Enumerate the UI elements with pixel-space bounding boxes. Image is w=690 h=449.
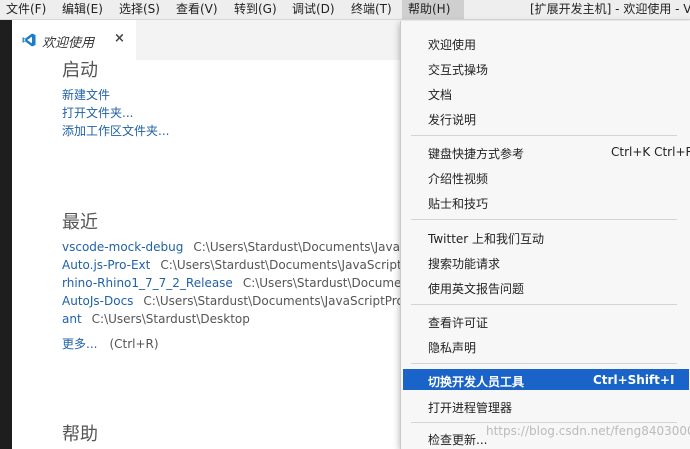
menu-selection[interactable]: 选择(S): [119, 0, 160, 19]
more-recent-link[interactable]: 更多...: [62, 337, 97, 351]
menu-item-shortcut: Ctrl+K Ctrl+R: [611, 145, 690, 159]
menu-view[interactable]: 查看(V): [176, 0, 218, 19]
recent-item[interactable]: vscode-mock-debug C:\Users\Stardust\Docum…: [62, 240, 414, 254]
recent-item[interactable]: ant C:\Users\Stardust\Desktop: [62, 312, 250, 326]
window-title: [扩展开发主机] - 欢迎使用 - Vs: [530, 2, 690, 16]
menu-separator: [411, 135, 677, 136]
menu-item-view-license[interactable]: 查看许可证: [428, 314, 488, 331]
menu-item-intro-videos[interactable]: 介绍性视频: [428, 170, 488, 187]
menu-debug[interactable]: 调试(D): [292, 0, 335, 19]
menu-item-label: 键盘快捷方式参考: [428, 147, 525, 161]
recent-item-name: ant: [62, 312, 82, 326]
menu-item-keyboard-shortcuts[interactable]: 键盘快捷方式参考 Ctrl+K Ctrl+R: [428, 145, 690, 162]
menu-separator: [411, 304, 677, 305]
menu-item-twitter[interactable]: Twitter 上和我们互动: [428, 230, 544, 247]
recent-item[interactable]: rhino-Rhino1_7_7_2_Release C:\Users\Stard…: [62, 276, 414, 290]
recent-item-path: C:\Users\Stardust\Desktop: [91, 312, 250, 326]
menu-item-process-explorer[interactable]: 打开进程管理器: [428, 399, 512, 416]
recent-item-name: vscode-mock-debug: [62, 240, 184, 254]
vscode-logo-icon: [22, 33, 36, 47]
recent-item[interactable]: Auto.js-Pro-Ext C:\Users\Stardust\Documen…: [62, 258, 409, 272]
recent-item-path: C:\Users\Stardust\Documents\JavaScriptPr…: [143, 294, 408, 308]
menu-item-privacy-statement[interactable]: 隐私声明: [428, 339, 476, 356]
recent-item-name: Auto.js-Pro-Ext: [62, 258, 151, 272]
recent-item-name: AutoJs-Docs: [62, 294, 134, 308]
menu-item-documentation[interactable]: 文档: [428, 86, 452, 103]
menu-bar: 文件(F) 编辑(E) 选择(S) 查看(V) 转到(G) 调试(D) 终端(T…: [0, 0, 690, 20]
menu-item-shortcut: Ctrl+Shift+I: [593, 373, 675, 387]
new-file-link[interactable]: 新建文件: [62, 86, 110, 103]
menu-item-toggle-devtools[interactable]: 切换开发人员工具 Ctrl+Shift+I: [428, 373, 688, 390]
menu-edit[interactable]: 编辑(E): [62, 0, 103, 19]
menu-separator: [411, 422, 677, 423]
menu-help[interactable]: 帮助(H): [402, 0, 464, 19]
menu-item-check-updates[interactable]: 检查更新...: [428, 431, 487, 448]
watermark: https://blog.csdn.net/feng8403000: [486, 424, 690, 438]
add-workspace-folder-link[interactable]: 添加工作区文件夹...: [62, 122, 169, 139]
help-menu-dropdown: 欢迎使用 交互式操场 文档 发行说明 键盘快捷方式参考 Ctrl+K Ctrl+R…: [400, 21, 690, 449]
recent-item-path: C:\Users\Stardust\Documents\JavaSc: [193, 240, 415, 254]
menu-item-release-notes[interactable]: 发行说明: [428, 111, 476, 128]
tab-label: 欢迎使用: [42, 36, 95, 51]
menu-terminal[interactable]: 终端(T): [351, 0, 392, 19]
close-icon[interactable]: ×: [114, 31, 125, 46]
recent-heading: 最近: [62, 212, 98, 233]
start-heading: 启动: [62, 60, 98, 81]
tab-welcome[interactable]: 欢迎使用 ×: [12, 20, 136, 60]
menu-item-tips-and-tricks[interactable]: 贴士和技巧: [428, 195, 488, 212]
open-folder-link[interactable]: 打开文件夹...: [62, 104, 133, 121]
recent-item[interactable]: AutoJs-Docs C:\Users\Stardust\Documents\J…: [62, 294, 407, 308]
recent-item-path: C:\Users\Stardust\Document: [242, 276, 414, 290]
help-heading: 帮助: [62, 424, 98, 445]
menu-item-interactive-playground[interactable]: 交互式操场: [428, 61, 488, 78]
recent-item-path: C:\Users\Stardust\Documents\JavaScriptP: [160, 258, 409, 272]
activity-bar: [0, 20, 12, 449]
menu-item-label: 切换开发人员工具: [428, 375, 525, 389]
menu-item-welcome[interactable]: 欢迎使用: [428, 36, 476, 53]
more-recent-row: 更多... (Ctrl+R): [62, 335, 159, 352]
menu-file[interactable]: 文件(F): [6, 0, 46, 19]
menu-separator: [411, 363, 677, 364]
menu-item-feature-requests[interactable]: 搜索功能请求: [428, 255, 500, 272]
menu-item-report-issue[interactable]: 使用英文报告问题: [428, 280, 524, 297]
menu-separator: [411, 219, 677, 220]
recent-item-name: rhino-Rhino1_7_7_2_Release: [62, 276, 233, 290]
menu-goto[interactable]: 转到(G): [234, 0, 277, 19]
more-recent-shortcut: (Ctrl+R): [109, 337, 159, 351]
